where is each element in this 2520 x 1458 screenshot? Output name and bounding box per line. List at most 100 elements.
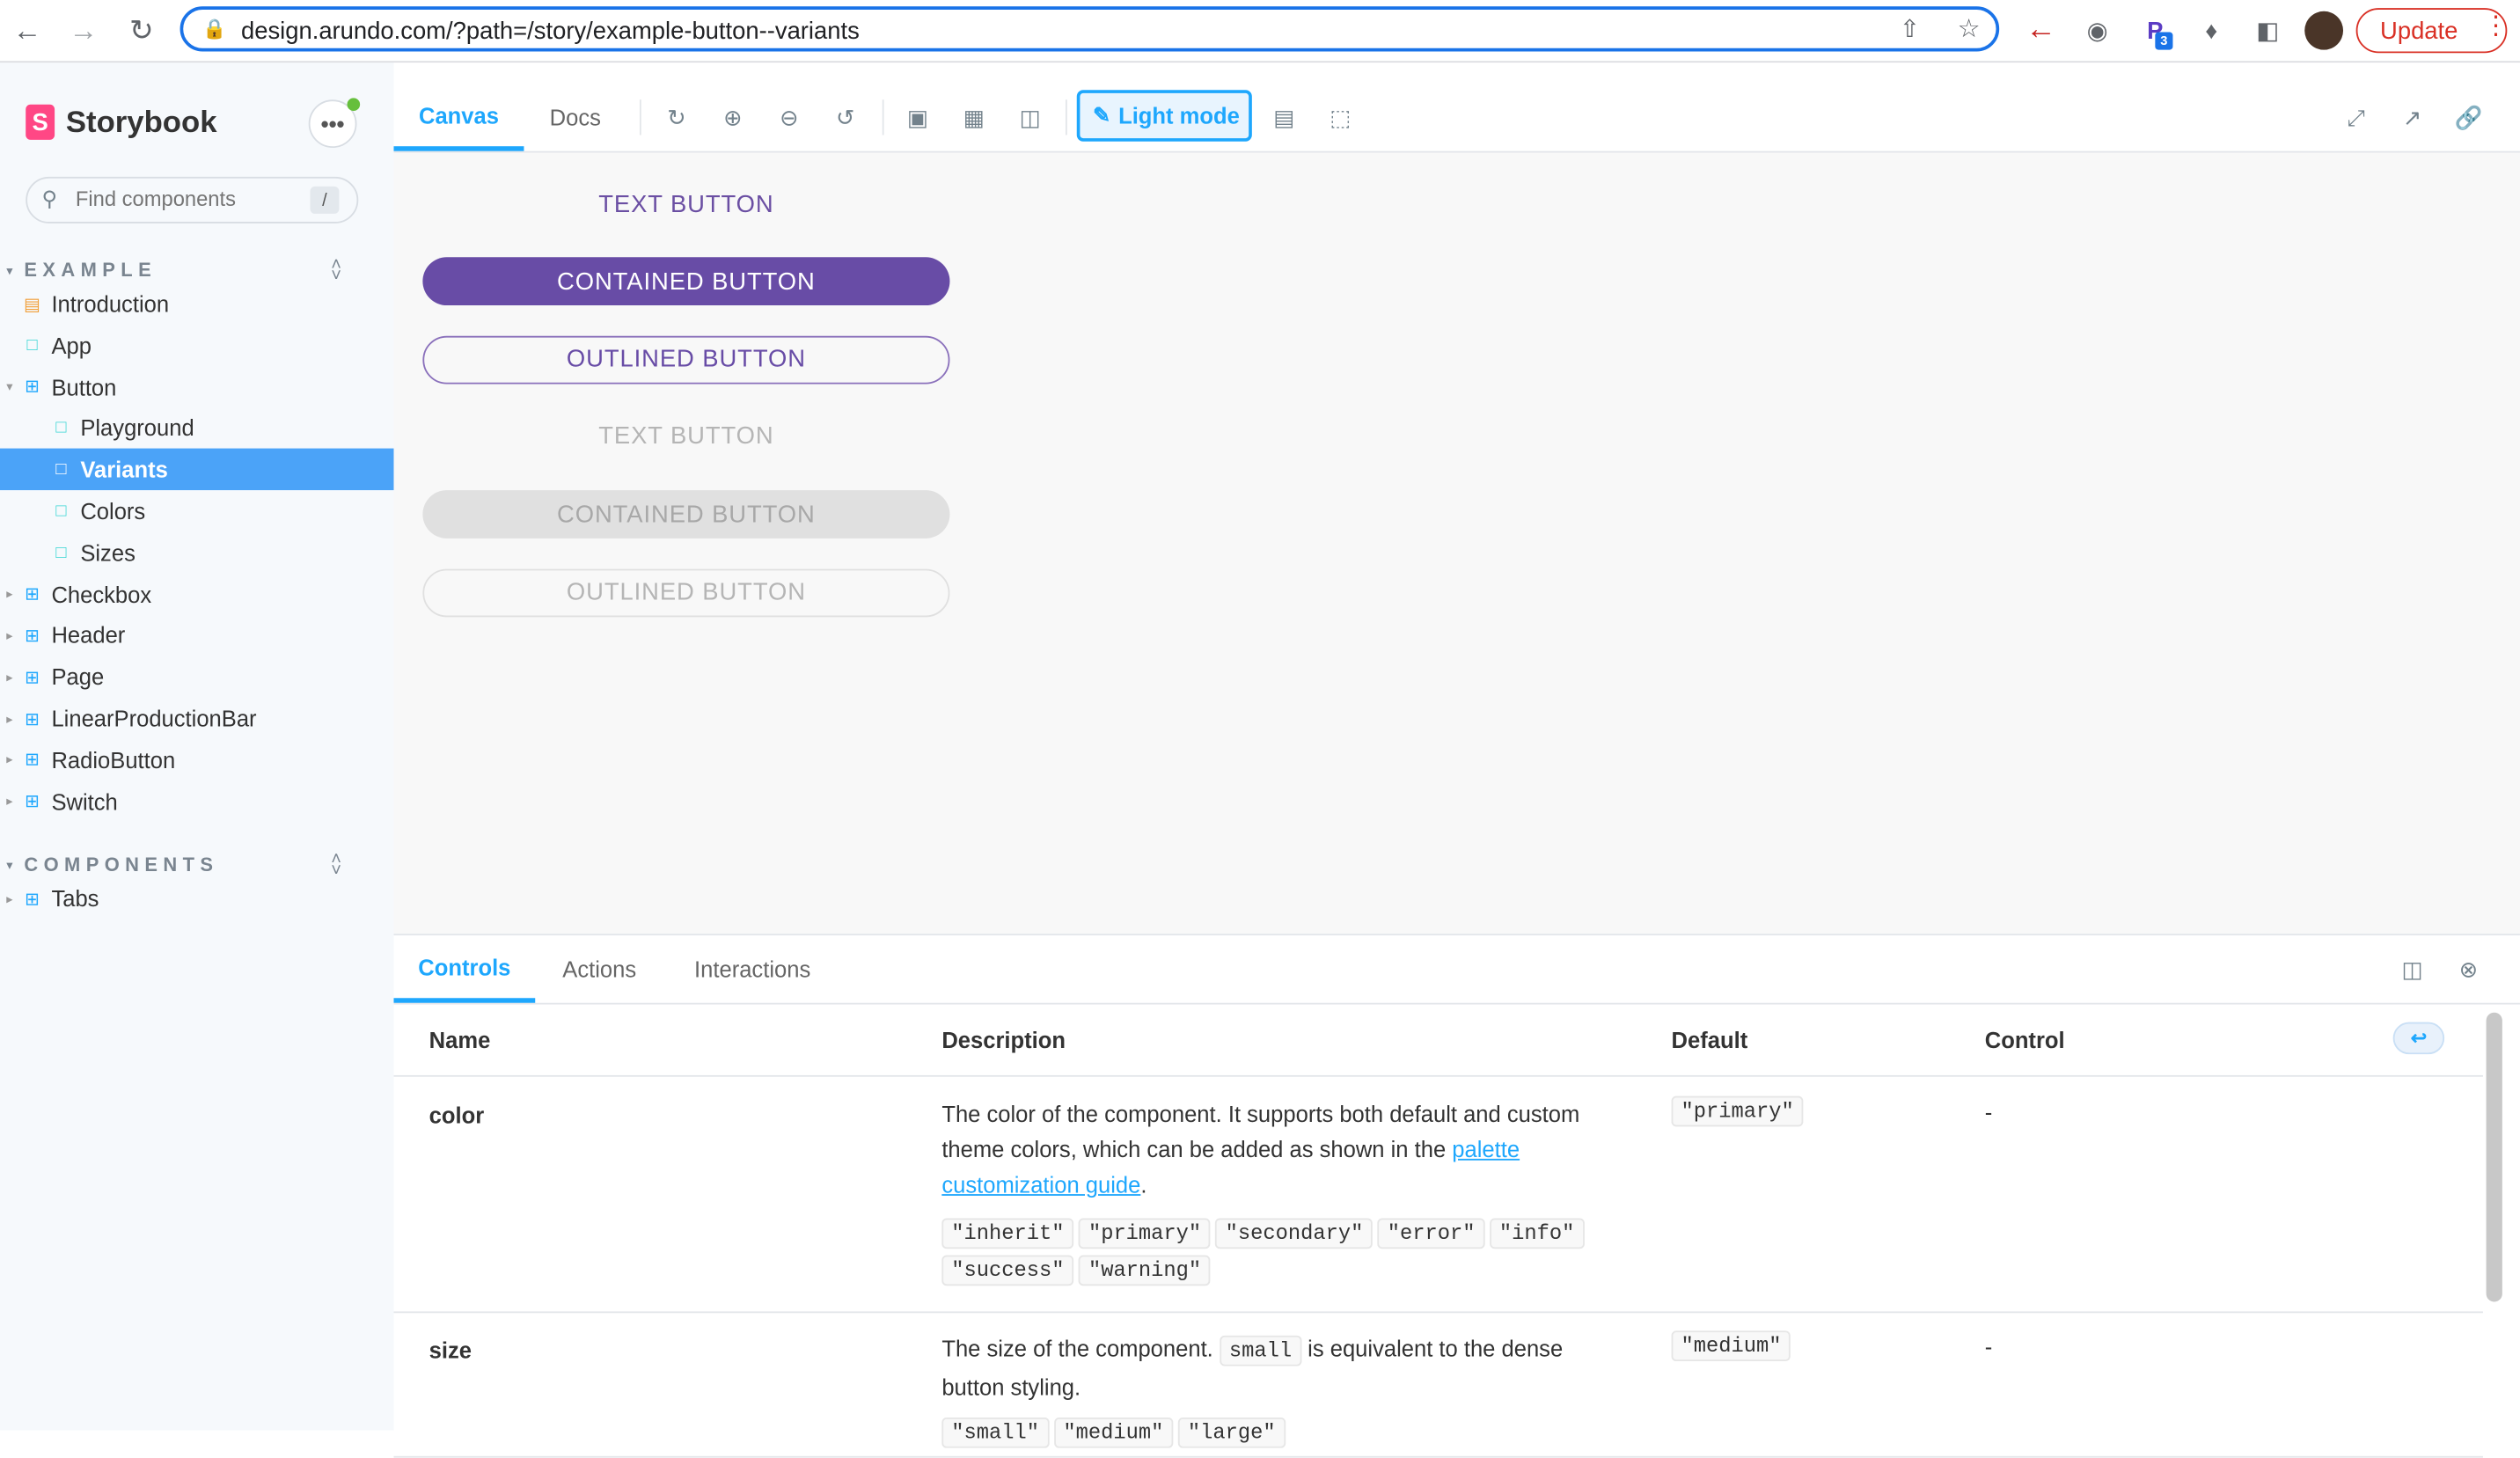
bookmark-icon: □ — [55, 418, 67, 438]
chevron-right-icon: ▸ — [6, 586, 13, 602]
addons-panel: Controls Actions Interactions ◫ ⊗ Name D… — [393, 934, 2520, 1458]
inline-code: small — [1219, 1335, 1302, 1366]
background-icon[interactable]: ▣ — [902, 103, 934, 132]
update-button[interactable]: Update ⋮ — [2355, 8, 2509, 54]
option-chip: "medium" — [1053, 1417, 1174, 1448]
reset-controls-button[interactable]: ↩ — [2392, 1022, 2445, 1055]
option-chip: "primary" — [1078, 1218, 1212, 1249]
tab-controls[interactable]: Controls — [393, 935, 536, 1003]
sidebar-item-playground[interactable]: □ Playground — [0, 407, 393, 449]
measure-icon[interactable]: ▤ — [1268, 103, 1300, 132]
section-collapse-icon[interactable]: ▾ — [6, 859, 12, 873]
sidebar-item-tabs[interactable]: ▸ ⊞ Tabs — [0, 878, 393, 919]
sidebar-item-label: Variants — [80, 457, 168, 483]
component-icon: ⊞ — [25, 377, 40, 398]
sidebar-item-label: Switch — [51, 788, 118, 815]
toolbar-divider — [1065, 99, 1067, 136]
option-chip: "small" — [941, 1417, 1049, 1448]
search-box[interactable]: ⚲ / — [26, 176, 359, 223]
chevron-down-icon: ▾ — [6, 379, 13, 394]
camera-icon[interactable]: ◉ — [2079, 13, 2114, 48]
storybook-logo-icon: S — [26, 104, 55, 140]
copy-link-icon[interactable]: 🔗 — [2452, 103, 2485, 132]
forward-arrow-icon[interactable]: → — [64, 11, 103, 50]
sidebar-item-label: App — [51, 332, 92, 358]
browser-toolbar: ← → ↻ 🔒 design.arundo.com/?path=/story/e… — [0, 0, 2520, 63]
outline-icon[interactable]: ⬚ — [1324, 103, 1357, 132]
extension-p-icon[interactable]: P 3 — [2137, 13, 2173, 50]
preview-toolbar: Canvas Docs ↻ ⊕ ⊖ ↺ ▣ ▦ ◫ ✎ Light mode ▤… — [393, 83, 2520, 153]
sidebar-item-header[interactable]: ▸ ⊞ Header — [0, 614, 393, 656]
component-icon: ⊞ — [25, 668, 40, 688]
column-header-default: Default — [1671, 1027, 1748, 1053]
search-input[interactable] — [75, 186, 301, 211]
share-icon[interactable]: ⇧ — [1900, 14, 1920, 43]
sidebar-section-title[interactable]: EXAMPLE — [24, 259, 157, 282]
open-new-tab-icon[interactable]: ↗ — [2396, 103, 2428, 132]
chevron-right-icon: ▸ — [6, 711, 13, 726]
chevron-right-icon: ▸ — [6, 627, 13, 643]
arg-name: size — [429, 1337, 472, 1363]
sidebar-item-button[interactable]: ▾ ⊞ Button — [0, 366, 393, 407]
sidebar-item-sizes[interactable]: □ Sizes — [0, 531, 393, 573]
sidebar-item-introduction[interactable]: ▤ Introduction — [0, 282, 393, 324]
arg-row-color: color The color of the component. It supp… — [393, 1077, 2483, 1314]
zoom-out-icon[interactable]: ⊖ — [773, 103, 806, 132]
main-panel: Canvas Docs ↻ ⊕ ⊖ ↺ ▣ ▦ ◫ ✎ Light mode ▤… — [393, 62, 2520, 1458]
tab-actions[interactable]: Actions — [562, 935, 636, 1003]
tab-docs[interactable]: Docs — [550, 84, 601, 151]
reload-icon[interactable]: ↻ — [122, 11, 161, 50]
grid-icon[interactable]: ▦ — [958, 103, 991, 132]
zoom-in-icon[interactable]: ⊕ — [717, 103, 750, 132]
sidebar-section-title[interactable]: COMPONENTS — [24, 854, 218, 877]
puzzle-icon[interactable]: ♦ — [2194, 13, 2229, 48]
section-collapse-icon[interactable]: ▾ — [6, 264, 12, 278]
sidebar-item-linearproductionbar[interactable]: ▸ ⊞ LinearProductionBar — [0, 698, 393, 739]
back-extension-icon[interactable]: ← — [2024, 13, 2059, 48]
sidebar-item-switch[interactable]: ▸ ⊞ Switch — [0, 780, 393, 822]
default-value: "medium" — [1671, 1330, 1791, 1362]
bookmark-star-icon[interactable]: ☆ — [1958, 13, 1981, 46]
bookmark-icon: □ — [26, 335, 38, 355]
sidebar-item-label: Page — [51, 663, 105, 690]
expand-collapse-all-icon[interactable]: ˄ ˅ — [331, 852, 341, 881]
fullscreen-icon[interactable]: ⤢ — [2340, 103, 2372, 132]
sidebar-item-label: Introduction — [51, 290, 170, 317]
sidebar-item-radiobutton[interactable]: ▸ ⊞ RadioButton — [0, 739, 393, 780]
tab-canvas[interactable]: Canvas — [393, 84, 524, 151]
contained-button[interactable]: CONTAINED BUTTON — [422, 257, 950, 306]
brand-name: Storybook — [65, 106, 217, 140]
sidebar-item-colors[interactable]: □ Colors — [0, 490, 393, 531]
tab-interactions[interactable]: Interactions — [694, 935, 810, 1003]
remount-icon[interactable]: ↻ — [661, 103, 693, 132]
address-bar[interactable]: 🔒 design.arundo.com/?path=/story/example… — [179, 6, 2000, 52]
sidebar-item-page[interactable]: ▸ ⊞ Page — [0, 656, 393, 698]
sidebar-item-variants[interactable]: □ Variants — [0, 448, 394, 491]
back-arrow-icon[interactable]: ← — [8, 11, 47, 50]
side-panel-icon[interactable]: ◧ — [2250, 13, 2285, 48]
bookmark-icon: □ — [55, 459, 67, 480]
sidebar-item-label: LinearProductionBar — [51, 705, 257, 732]
expand-collapse-all-icon[interactable]: ˄ ˅ — [331, 256, 341, 285]
outlined-button[interactable]: OUTLINED BUTTON — [422, 334, 950, 384]
sidebar-item-app[interactable]: □ App — [0, 325, 393, 366]
column-header-name: Name — [429, 1027, 491, 1053]
panel-orientation-icon[interactable]: ◫ — [2396, 955, 2428, 984]
avatar[interactable] — [2304, 11, 2344, 50]
viewport-icon[interactable]: ◫ — [1015, 103, 1047, 132]
option-chip: "error" — [1377, 1218, 1485, 1249]
search-shortcut-key: / — [310, 186, 340, 214]
text-button[interactable]: TEXT BUTTON — [422, 180, 949, 229]
kebab-menu-icon: ⋮ — [2482, 12, 2509, 40]
arg-control: - — [1984, 1333, 1993, 1360]
arg-default: "medium" — [1671, 1330, 1791, 1362]
url-text: design.arundo.com/?path=/story/example-b… — [240, 18, 860, 46]
scrollbar[interactable] — [2486, 1012, 2502, 1302]
notification-dot — [347, 98, 361, 112]
sidebar-item-checkbox[interactable]: ▸ ⊞ Checkbox — [0, 573, 393, 614]
chevron-right-icon: ▸ — [6, 670, 13, 685]
light-mode-toggle[interactable]: ✎ Light mode — [1076, 90, 1252, 142]
option-chip: "inherit" — [941, 1218, 1074, 1249]
zoom-reset-icon[interactable]: ↺ — [829, 103, 861, 132]
close-panel-icon[interactable]: ⊗ — [2452, 955, 2485, 984]
